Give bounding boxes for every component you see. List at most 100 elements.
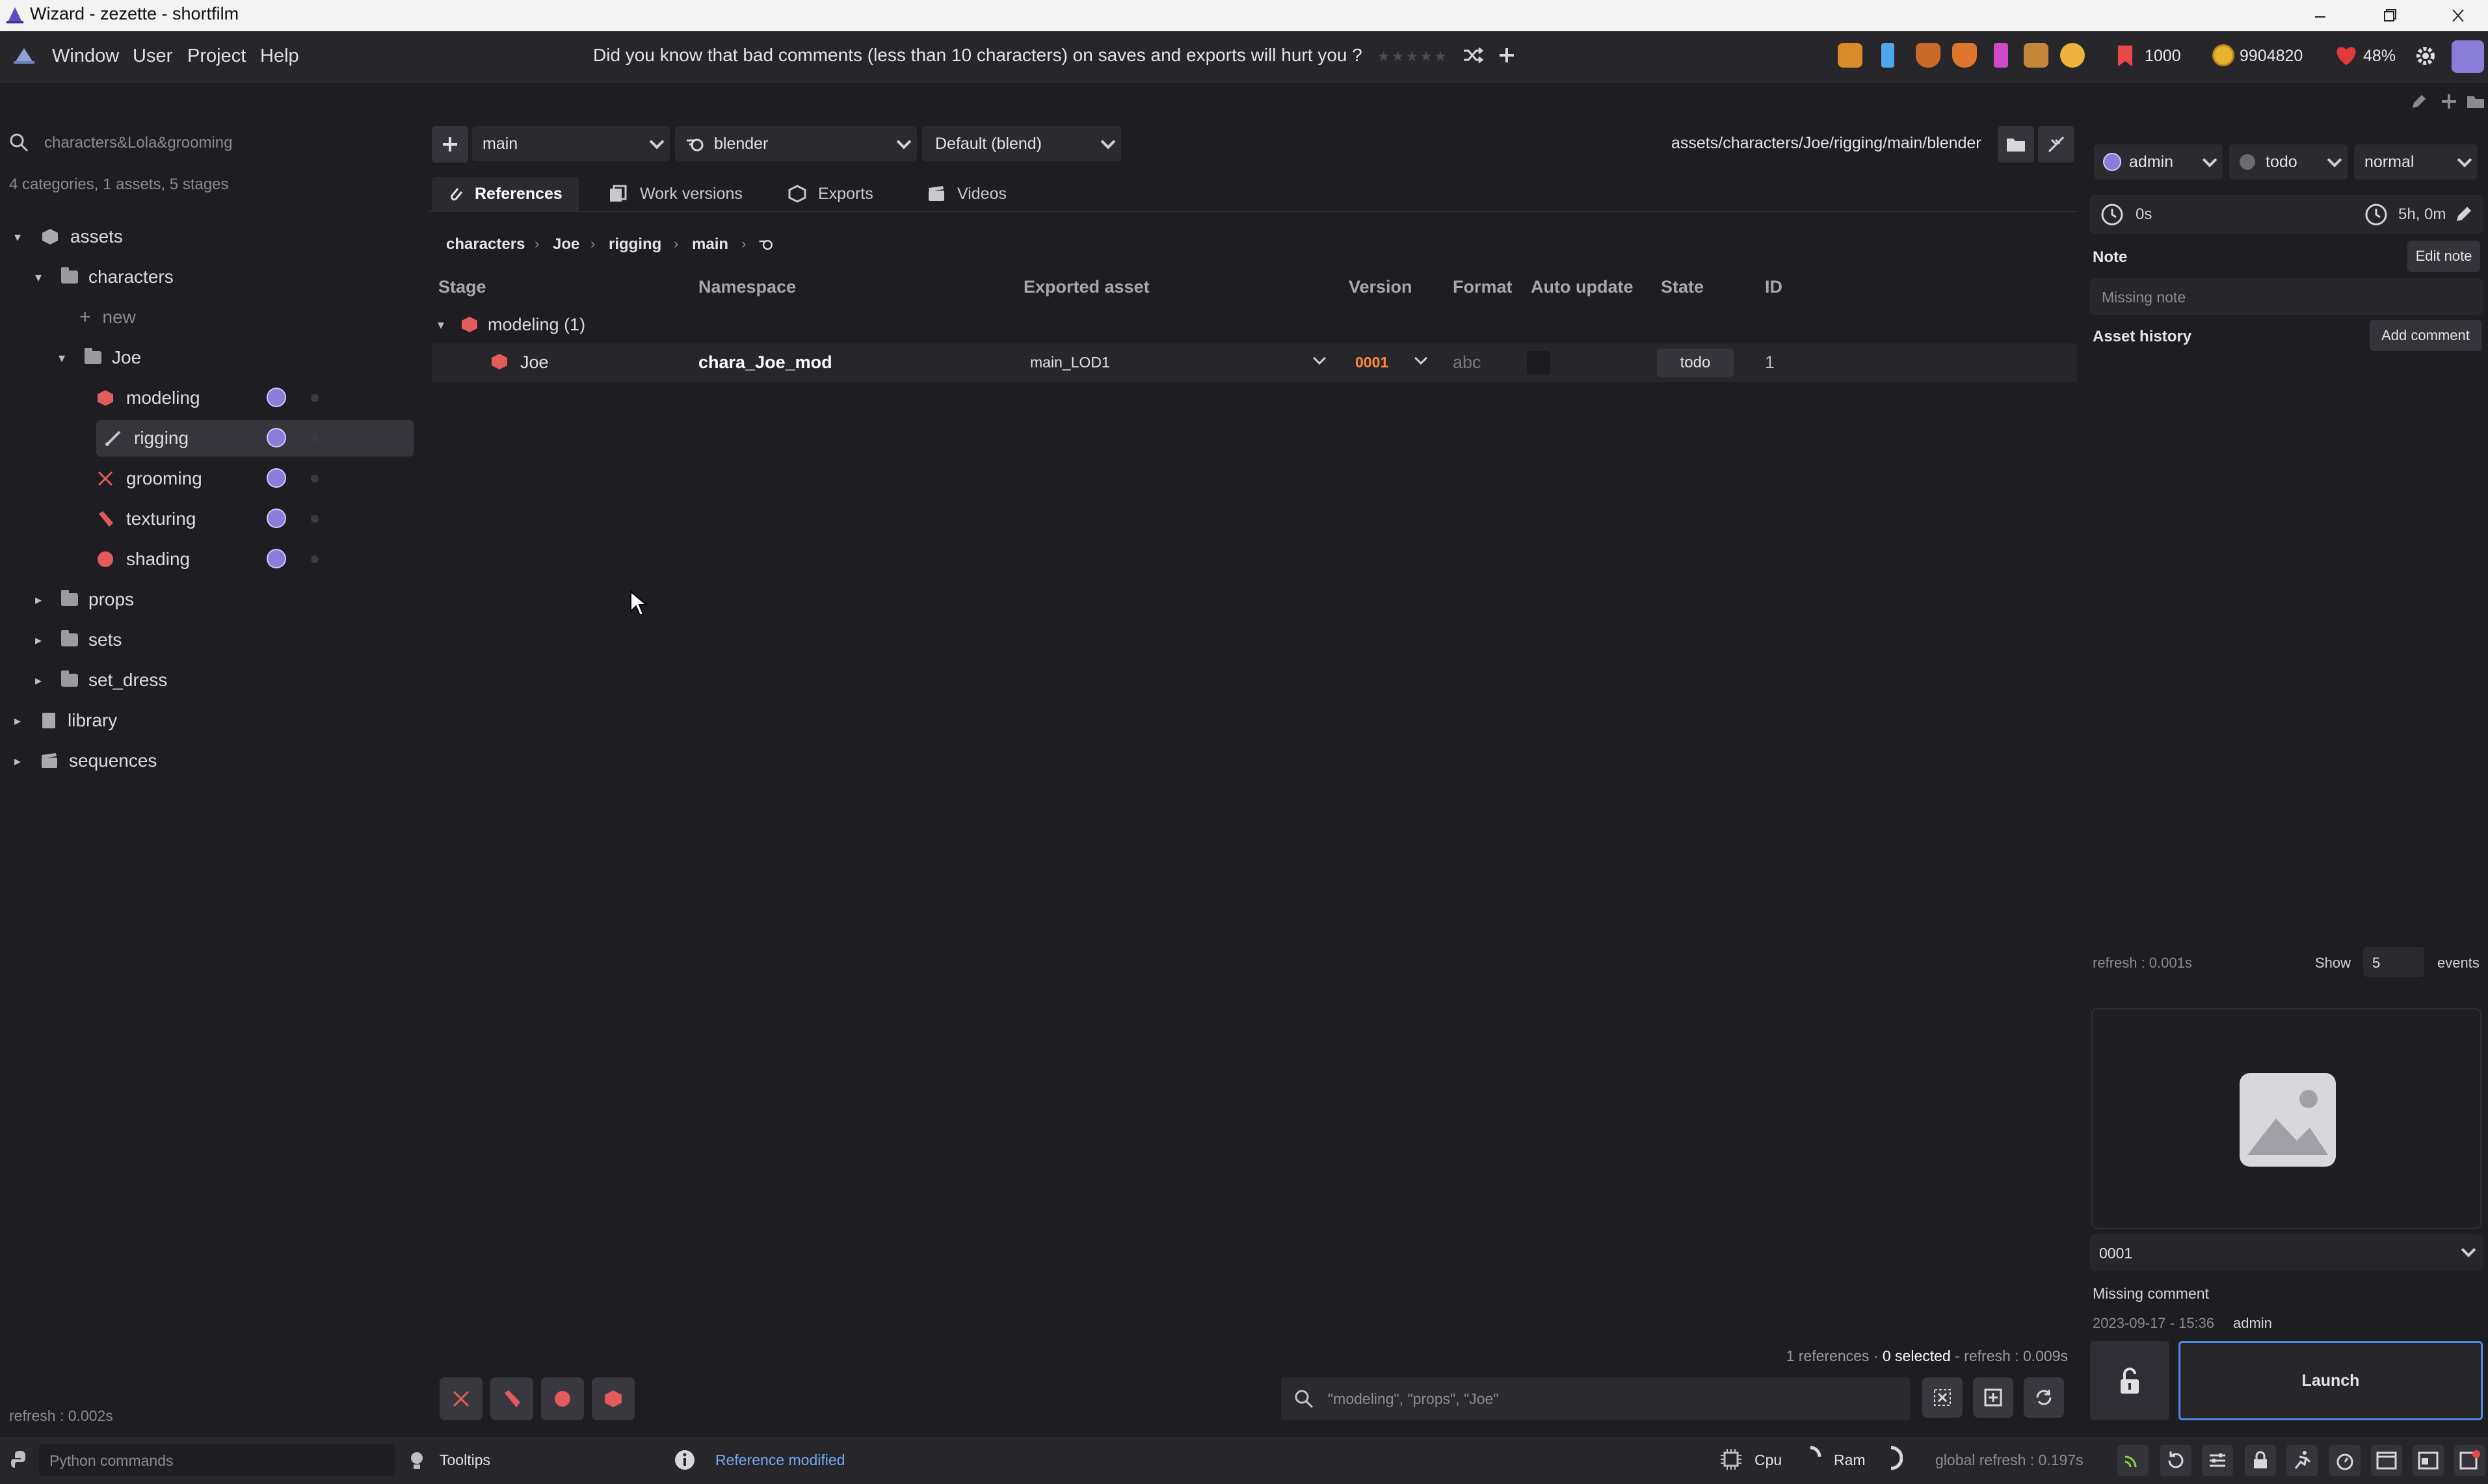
chevron-right-icon[interactable]: ▸ xyxy=(30,672,47,689)
tree-item-joe[interactable]: ▾ Joe xyxy=(53,339,414,376)
lock-button[interactable] xyxy=(2090,1341,2169,1420)
table-group-row[interactable]: ▾ modeling (1) xyxy=(432,307,2071,342)
add-tip-icon[interactable] xyxy=(1497,46,1516,65)
lock-icon[interactable] xyxy=(2245,1445,2276,1476)
state-select[interactable]: todo xyxy=(2229,144,2348,179)
breadcrumb-rigging[interactable]: rigging xyxy=(609,235,661,254)
shuffle-icon[interactable] xyxy=(1462,46,1484,65)
menu-project[interactable]: Project xyxy=(187,46,246,67)
events-count-input[interactable]: 5 xyxy=(2363,947,2424,977)
column-namespace[interactable]: Namespace xyxy=(698,277,796,297)
wifi-signal-icon[interactable] xyxy=(2117,1445,2149,1476)
breadcrumb-main[interactable]: main xyxy=(692,235,728,254)
brush-filter-button[interactable] xyxy=(490,1377,533,1420)
column-id[interactable]: ID xyxy=(1765,277,1782,297)
potion-pink-icon[interactable] xyxy=(1994,43,2008,68)
software-select[interactable]: blender xyxy=(675,126,917,161)
tree-stage-rigging[interactable]: rigging xyxy=(96,420,414,457)
chevron-down-icon[interactable]: ▾ xyxy=(432,317,450,333)
tree-stage-shading[interactable]: shading xyxy=(96,541,414,577)
open-folder-button[interactable] xyxy=(1998,126,2034,163)
running-icon[interactable] xyxy=(2286,1445,2318,1476)
chevron-down-icon[interactable]: ▾ xyxy=(30,269,47,285)
menu-user[interactable]: User xyxy=(133,46,172,67)
lightbulb-icon[interactable] xyxy=(408,1450,425,1471)
remove-selection-button[interactable] xyxy=(1922,1377,1963,1418)
sliders-icon[interactable] xyxy=(2202,1445,2233,1476)
timer-icon[interactable] xyxy=(2329,1445,2361,1476)
window-manager-icon[interactable] xyxy=(2413,1445,2444,1476)
minimize-icon[interactable] xyxy=(2307,4,2333,27)
reload-icon[interactable] xyxy=(2160,1445,2191,1476)
add-icon[interactable] xyxy=(2440,92,2458,111)
potion-icon[interactable] xyxy=(1881,43,1894,68)
chevron-right-icon[interactable]: ▸ xyxy=(9,753,26,769)
priority-select[interactable]: normal xyxy=(2354,144,2478,179)
column-format[interactable]: Format xyxy=(1453,277,1513,297)
breadcrumb-blender-icon[interactable] xyxy=(758,237,774,251)
chevron-down-icon[interactable]: ▾ xyxy=(53,350,70,366)
version-select[interactable]: 0001 xyxy=(1349,347,1433,378)
tree-item-sequences[interactable]: ▸ sequences xyxy=(9,743,412,779)
column-exported-asset[interactable]: Exported asset xyxy=(1024,277,1150,297)
tab-exports[interactable]: Exports xyxy=(776,177,887,211)
column-version[interactable]: Version xyxy=(1349,277,1412,297)
horse-icon[interactable] xyxy=(2024,43,2048,68)
tooltips-toggle[interactable]: Tooltips xyxy=(440,1451,490,1469)
add-variant-button[interactable] xyxy=(432,126,468,163)
refresh-button[interactable] xyxy=(2024,1377,2064,1418)
notifications-icon[interactable] xyxy=(2454,1445,2485,1476)
chevron-right-icon[interactable]: ▸ xyxy=(9,713,26,729)
note-field[interactable]: Missing note xyxy=(2090,278,2483,315)
exported-asset-select[interactable]: main_LOD1 xyxy=(1024,347,1332,378)
python-command-input[interactable]: Python commands xyxy=(39,1444,395,1476)
tree-item-assets[interactable]: ▾ assets xyxy=(9,219,412,255)
column-stage[interactable]: Stage xyxy=(438,277,486,297)
breadcrumb-joe[interactable]: Joe xyxy=(553,235,579,254)
column-auto-update[interactable]: Auto update xyxy=(1531,277,1633,297)
tab-work-versions[interactable]: Work versions xyxy=(597,177,753,211)
edit-icon[interactable] xyxy=(2410,92,2428,111)
launch-button[interactable]: Launch xyxy=(2178,1341,2483,1420)
modeling-filter-button[interactable] xyxy=(592,1377,635,1420)
tree-item-library[interactable]: ▸ library xyxy=(9,702,412,739)
add-comment-button[interactable]: Add comment xyxy=(2370,320,2481,351)
folder-icon[interactable] xyxy=(2466,94,2485,109)
chevron-right-icon[interactable]: ▸ xyxy=(30,632,47,648)
user-avatar[interactable] xyxy=(2452,40,2484,73)
bread-icon[interactable] xyxy=(2060,43,2085,68)
variant-select[interactable]: main xyxy=(472,126,670,161)
auto-update-checkbox[interactable] xyxy=(1527,351,1550,375)
edit-estimate-icon[interactable] xyxy=(2454,204,2474,224)
tree-item-set-dress[interactable]: ▸ set_dress xyxy=(30,662,414,698)
extension-select[interactable]: Default (blend) xyxy=(922,126,1121,161)
tree-item-characters[interactable]: ▾ characters xyxy=(30,259,414,295)
tree-search-input[interactable]: characters&Lola&grooming xyxy=(44,134,233,152)
edit-note-button[interactable]: Edit note xyxy=(2407,241,2480,272)
chevron-right-icon[interactable]: ▸ xyxy=(30,592,47,608)
shield-orange-icon[interactable] xyxy=(1952,43,1977,68)
breadcrumb-characters[interactable]: characters xyxy=(446,235,525,254)
settings-gear-icon[interactable] xyxy=(2414,44,2437,68)
close-icon[interactable] xyxy=(2445,4,2471,27)
tip-rating-stars[interactable]: ★★★★★ xyxy=(1377,48,1448,65)
assignee-select[interactable]: admin xyxy=(2094,144,2223,179)
state-button[interactable]: todo xyxy=(1657,349,1734,377)
add-reference-button[interactable] xyxy=(1973,1377,2013,1418)
tree-item-props[interactable]: ▸ props xyxy=(30,581,414,618)
column-state[interactable]: State xyxy=(1661,277,1704,297)
chevron-down-icon[interactable]: ▾ xyxy=(9,229,26,245)
tab-references[interactable]: References xyxy=(432,177,579,211)
tab-videos[interactable]: Videos xyxy=(916,177,1020,211)
tree-stage-texturing[interactable]: texturing xyxy=(96,501,414,537)
shield-icon[interactable] xyxy=(1916,43,1940,68)
menu-window[interactable]: Window xyxy=(52,46,119,67)
restore-icon[interactable] xyxy=(2376,4,2402,27)
version-history-select[interactable]: 0001 xyxy=(2090,1234,2483,1271)
asset-history-list[interactable] xyxy=(2090,355,2483,940)
ignore-button[interactable] xyxy=(2038,126,2074,163)
reference-search-field[interactable]: "modeling", "props", "Joe" xyxy=(1281,1377,1911,1420)
tree-item-sets[interactable]: ▸ sets xyxy=(30,622,414,658)
shading-filter-button[interactable] xyxy=(541,1377,584,1420)
crown-icon[interactable] xyxy=(1838,43,1862,68)
